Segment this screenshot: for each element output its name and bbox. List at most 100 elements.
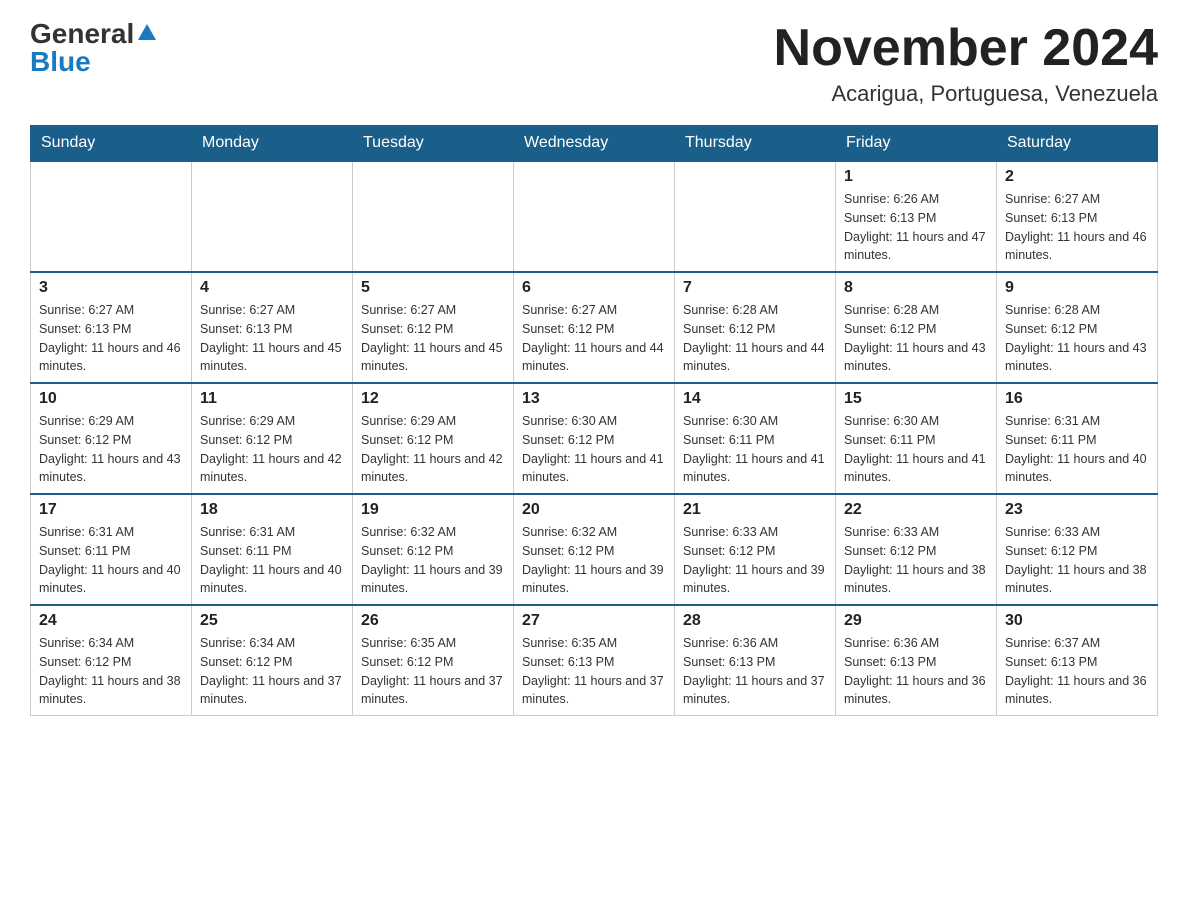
day-number: 10	[39, 390, 183, 408]
day-info: Sunrise: 6:29 AMSunset: 6:12 PMDaylight:…	[200, 412, 344, 487]
day-number: 20	[522, 501, 666, 519]
calendar-cell: 22 Sunrise: 6:33 AMSunset: 6:12 PMDayligh…	[836, 494, 997, 605]
day-number: 28	[683, 612, 827, 630]
day-info: Sunrise: 6:31 AMSunset: 6:11 PMDaylight:…	[200, 523, 344, 598]
calendar-cell: 2 Sunrise: 6:27 AMSunset: 6:13 PMDaylight…	[997, 161, 1158, 272]
calendar-table: SundayMondayTuesdayWednesdayThursdayFrid…	[30, 125, 1158, 716]
day-info: Sunrise: 6:35 AMSunset: 6:13 PMDaylight:…	[522, 634, 666, 709]
day-info: Sunrise: 6:28 AMSunset: 6:12 PMDaylight:…	[844, 301, 988, 376]
day-number: 9	[1005, 279, 1149, 297]
calendar-cell	[192, 161, 353, 272]
calendar-cell: 26Sunrise: 6:35 AMSunset: 6:12 PMDayligh…	[353, 605, 514, 716]
calendar-cell: 3 Sunrise: 6:27 AMSunset: 6:13 PMDaylight…	[31, 272, 192, 383]
calendar-cell	[353, 161, 514, 272]
page-header: General Blue November 2024 Acarigua, Por…	[30, 20, 1158, 107]
week-row-3: 10 Sunrise: 6:29 AMSunset: 6:12 PMDayligh…	[31, 383, 1158, 494]
day-info: Sunrise: 6:34 AMSunset: 6:12 PMDaylight:…	[39, 634, 183, 709]
day-number: 13	[522, 390, 666, 408]
day-info: Sunrise: 6:32 AMSunset: 6:12 PMDaylight:…	[361, 523, 505, 598]
calendar-cell: 24 Sunrise: 6:34 AMSunset: 6:12 PMDayligh…	[31, 605, 192, 716]
day-info: Sunrise: 6:37 AMSunset: 6:13 PMDaylight:…	[1005, 634, 1149, 709]
day-number: 23	[1005, 501, 1149, 519]
week-row-1: 1 Sunrise: 6:26 AMSunset: 6:13 PMDaylight…	[31, 161, 1158, 272]
day-number: 22	[844, 501, 988, 519]
day-info: Sunrise: 6:34 AMSunset: 6:12 PMDaylight:…	[200, 634, 344, 709]
day-number: 21	[683, 501, 827, 519]
day-info: Sunrise: 6:30 AMSunset: 6:11 PMDaylight:…	[683, 412, 827, 487]
column-header-tuesday: Tuesday	[353, 126, 514, 162]
calendar-cell: 14Sunrise: 6:30 AMSunset: 6:11 PMDayligh…	[675, 383, 836, 494]
day-number: 8	[844, 279, 988, 297]
calendar-cell: 8 Sunrise: 6:28 AMSunset: 6:12 PMDaylight…	[836, 272, 997, 383]
day-info: Sunrise: 6:27 AMSunset: 6:13 PMDaylight:…	[39, 301, 183, 376]
calendar-cell: 21 Sunrise: 6:33 AMSunset: 6:12 PMDayligh…	[675, 494, 836, 605]
day-number: 29	[844, 612, 988, 630]
day-number: 16	[1005, 390, 1149, 408]
day-number: 6	[522, 279, 666, 297]
calendar-cell: 15Sunrise: 6:30 AMSunset: 6:11 PMDayligh…	[836, 383, 997, 494]
day-info: Sunrise: 6:36 AMSunset: 6:13 PMDaylight:…	[844, 634, 988, 709]
day-number: 17	[39, 501, 183, 519]
column-header-monday: Monday	[192, 126, 353, 162]
calendar-cell: 9 Sunrise: 6:28 AMSunset: 6:12 PMDaylight…	[997, 272, 1158, 383]
calendar-cell	[31, 161, 192, 272]
calendar-cell: 13Sunrise: 6:30 AMSunset: 6:12 PMDayligh…	[514, 383, 675, 494]
week-row-2: 3 Sunrise: 6:27 AMSunset: 6:13 PMDaylight…	[31, 272, 1158, 383]
column-header-friday: Friday	[836, 126, 997, 162]
logo-blue: Blue	[30, 48, 91, 76]
day-info: Sunrise: 6:28 AMSunset: 6:12 PMDaylight:…	[683, 301, 827, 376]
calendar-cell: 27 Sunrise: 6:35 AMSunset: 6:13 PMDayligh…	[514, 605, 675, 716]
calendar-cell: 30Sunrise: 6:37 AMSunset: 6:13 PMDayligh…	[997, 605, 1158, 716]
calendar-cell: 18 Sunrise: 6:31 AMSunset: 6:11 PMDayligh…	[192, 494, 353, 605]
column-header-saturday: Saturday	[997, 126, 1158, 162]
day-info: Sunrise: 6:28 AMSunset: 6:12 PMDaylight:…	[1005, 301, 1149, 376]
title-block: November 2024 Acarigua, Portuguesa, Vene…	[774, 20, 1158, 107]
calendar-cell: 12 Sunrise: 6:29 AMSunset: 6:12 PMDayligh…	[353, 383, 514, 494]
day-number: 18	[200, 501, 344, 519]
calendar-cell: 5Sunrise: 6:27 AMSunset: 6:12 PMDaylight…	[353, 272, 514, 383]
day-info: Sunrise: 6:29 AMSunset: 6:12 PMDaylight:…	[361, 412, 505, 487]
calendar-cell: 28 Sunrise: 6:36 AMSunset: 6:13 PMDayligh…	[675, 605, 836, 716]
calendar-cell: 17Sunrise: 6:31 AMSunset: 6:11 PMDayligh…	[31, 494, 192, 605]
day-info: Sunrise: 6:36 AMSunset: 6:13 PMDaylight:…	[683, 634, 827, 709]
calendar-cell	[675, 161, 836, 272]
calendar-cell: 23Sunrise: 6:33 AMSunset: 6:12 PMDayligh…	[997, 494, 1158, 605]
month-title: November 2024	[774, 20, 1158, 77]
calendar-cell: 11 Sunrise: 6:29 AMSunset: 6:12 PMDayligh…	[192, 383, 353, 494]
day-info: Sunrise: 6:33 AMSunset: 6:12 PMDaylight:…	[844, 523, 988, 598]
column-header-wednesday: Wednesday	[514, 126, 675, 162]
day-info: Sunrise: 6:32 AMSunset: 6:12 PMDaylight:…	[522, 523, 666, 598]
day-number: 1	[844, 168, 988, 186]
column-header-sunday: Sunday	[31, 126, 192, 162]
day-number: 27	[522, 612, 666, 630]
day-number: 19	[361, 501, 505, 519]
day-number: 5	[361, 279, 505, 297]
week-row-5: 24 Sunrise: 6:34 AMSunset: 6:12 PMDayligh…	[31, 605, 1158, 716]
day-info: Sunrise: 6:30 AMSunset: 6:11 PMDaylight:…	[844, 412, 988, 487]
day-number: 25	[200, 612, 344, 630]
day-info: Sunrise: 6:26 AMSunset: 6:13 PMDaylight:…	[844, 190, 988, 265]
day-info: Sunrise: 6:27 AMSunset: 6:12 PMDaylight:…	[522, 301, 666, 376]
column-header-thursday: Thursday	[675, 126, 836, 162]
calendar-header-row: SundayMondayTuesdayWednesdayThursdayFrid…	[31, 126, 1158, 162]
location-title: Acarigua, Portuguesa, Venezuela	[774, 81, 1158, 107]
day-info: Sunrise: 6:27 AMSunset: 6:13 PMDaylight:…	[200, 301, 344, 376]
day-number: 11	[200, 390, 344, 408]
calendar-cell: 19 Sunrise: 6:32 AMSunset: 6:12 PMDayligh…	[353, 494, 514, 605]
week-row-4: 17 Sunrise: 6:31 AMSunset: 6:11 PMDayligh…	[31, 494, 1158, 605]
day-info: Sunrise: 6:33 AMSunset: 6:12 PMDaylight:…	[683, 523, 827, 598]
day-number: 3	[39, 279, 183, 297]
day-info: Sunrise: 6:35 AMSunset: 6:12 PMDaylight:…	[361, 634, 505, 709]
day-info: Sunrise: 6:31 AMSunset: 6:11 PMDaylight:…	[1005, 412, 1149, 487]
calendar-cell: 6 Sunrise: 6:27 AMSunset: 6:12 PMDaylight…	[514, 272, 675, 383]
calendar-cell: 4Sunrise: 6:27 AMSunset: 6:13 PMDaylight…	[192, 272, 353, 383]
logo: General Blue	[30, 20, 158, 76]
day-number: 12	[361, 390, 505, 408]
day-number: 2	[1005, 168, 1149, 186]
calendar-cell: 10Sunrise: 6:29 AMSunset: 6:12 PMDayligh…	[31, 383, 192, 494]
calendar-cell: 20 Sunrise: 6:32 AMSunset: 6:12 PMDayligh…	[514, 494, 675, 605]
day-number: 24	[39, 612, 183, 630]
day-info: Sunrise: 6:27 AMSunset: 6:13 PMDaylight:…	[1005, 190, 1149, 265]
logo-general: General	[30, 20, 134, 48]
calendar-cell: 16 Sunrise: 6:31 AMSunset: 6:11 PMDayligh…	[997, 383, 1158, 494]
